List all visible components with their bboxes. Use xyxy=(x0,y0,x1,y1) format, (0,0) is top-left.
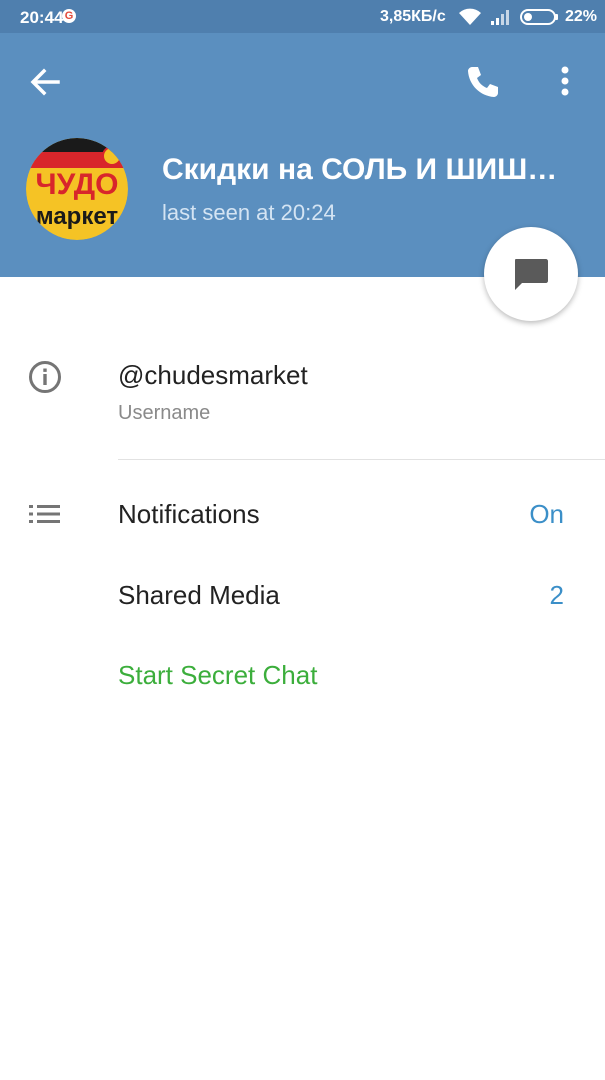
username-value[interactable]: @chudesmarket xyxy=(118,360,308,391)
signal-icon xyxy=(491,10,509,25)
wifi-icon xyxy=(459,8,481,25)
more-vert-icon[interactable] xyxy=(550,61,580,103)
message-icon xyxy=(515,259,548,290)
username-label: Username xyxy=(118,402,211,424)
chat-title: Скидки на СОЛЬ И ШИШ… xyxy=(162,153,558,186)
shared-media-count: 2 xyxy=(549,580,564,610)
shared-media-label: Shared Media xyxy=(118,580,280,610)
notifications-value: On xyxy=(529,499,564,529)
status-network-speed: 3,85КБ/с xyxy=(380,8,446,25)
battery-percent: 22% xyxy=(565,8,598,25)
send-message-button[interactable] xyxy=(484,227,578,321)
avatar-logo: ЧУДО маркет xyxy=(26,138,128,240)
google-icon: G xyxy=(62,9,76,23)
list-icon xyxy=(29,505,60,523)
svg-text:маркет: маркет xyxy=(36,203,118,230)
status-bar: 20:44 G 3,85КБ/с 22% xyxy=(0,0,605,33)
phone-icon[interactable] xyxy=(462,61,504,103)
arrow-left-icon[interactable] xyxy=(26,63,64,101)
status-time: 20:44 xyxy=(20,8,64,27)
battery-icon xyxy=(520,9,558,25)
start-secret-chat-button[interactable]: Start Secret Chat xyxy=(118,660,317,691)
info-icon xyxy=(29,361,61,393)
last-seen-status: last seen at 20:24 xyxy=(162,200,336,225)
divider xyxy=(118,459,605,460)
avatar[interactable]: ЧУДО маркет xyxy=(26,138,128,240)
svg-text:ЧУДО: ЧУДО xyxy=(36,168,119,201)
notifications-label: Notifications xyxy=(118,499,260,529)
